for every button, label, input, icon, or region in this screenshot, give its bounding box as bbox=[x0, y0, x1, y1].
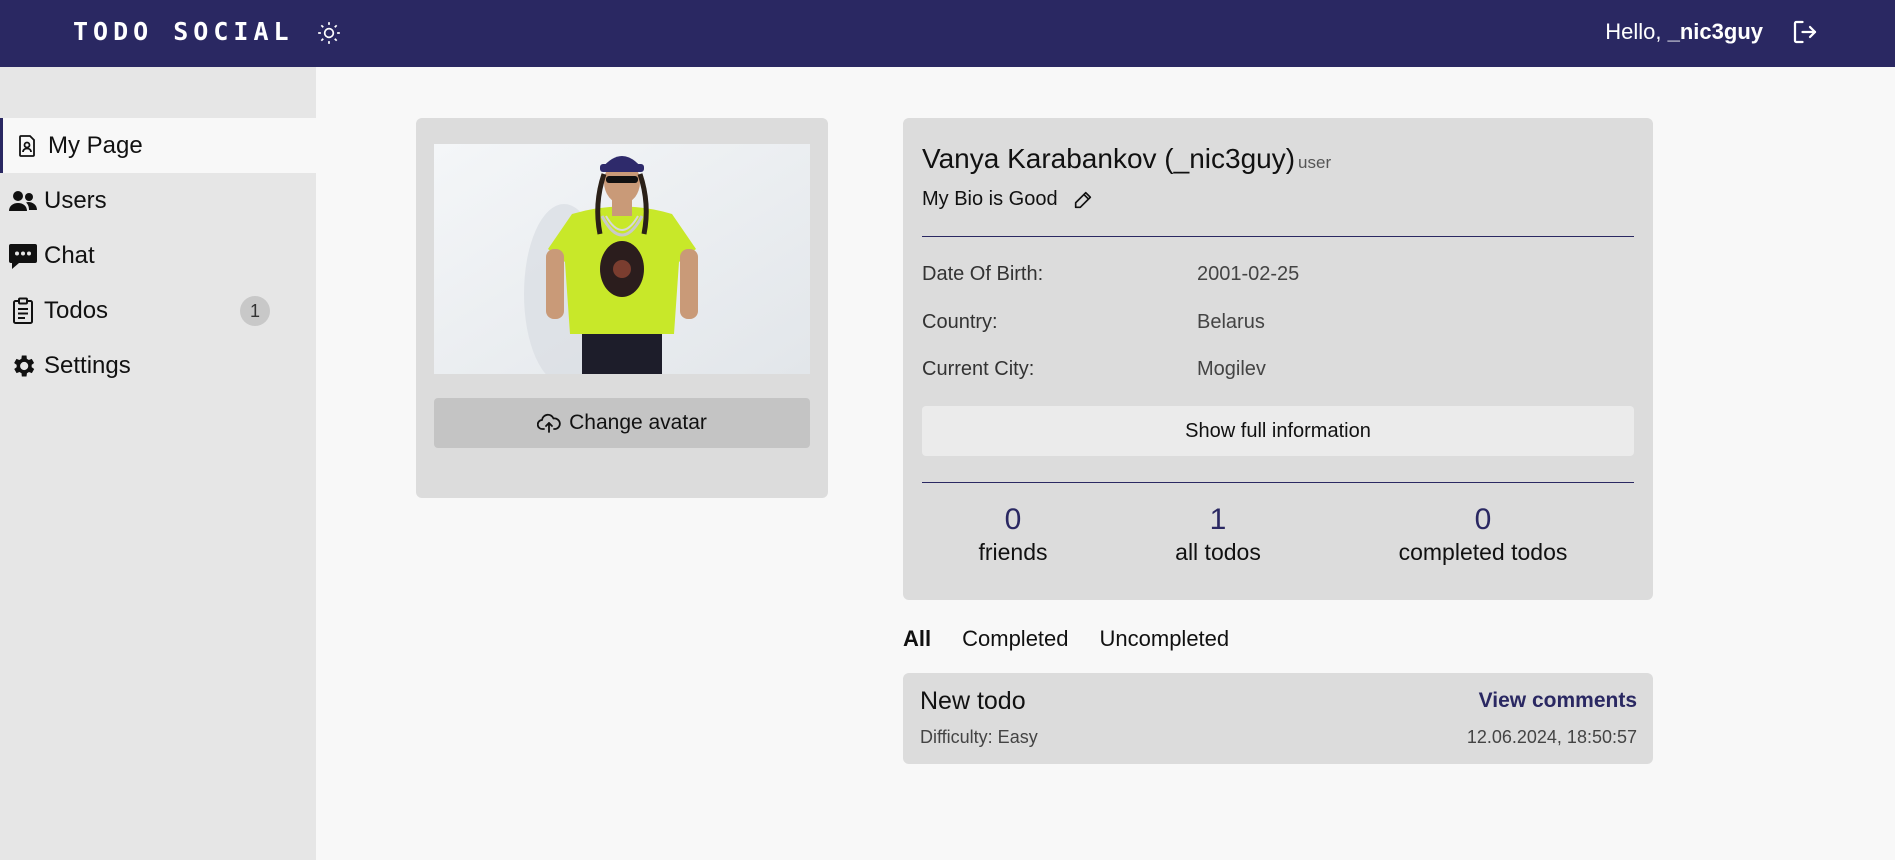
app-logo[interactable]: TODO SOCIAL bbox=[73, 17, 294, 46]
stat-label: friends bbox=[978, 539, 1048, 565]
header-username: _nic3guy bbox=[1667, 19, 1763, 44]
avatar-image bbox=[434, 144, 810, 374]
info-label-city: Current City: bbox=[922, 358, 1035, 380]
profile-icon bbox=[12, 131, 42, 161]
greeting-prefix: Hello, bbox=[1605, 19, 1662, 44]
tab-uncompleted[interactable]: Uncompleted bbox=[1100, 626, 1230, 652]
change-avatar-button[interactable]: Change avatar bbox=[434, 398, 810, 448]
profile-name: Vanya Karabankov (_nic3guy) user bbox=[922, 143, 1331, 175]
info-value-city: Mogilev bbox=[1197, 358, 1266, 380]
sidebar-item-todos[interactable]: Todos 1 bbox=[0, 283, 316, 338]
logout-icon[interactable] bbox=[1790, 17, 1820, 47]
chat-icon bbox=[8, 241, 38, 271]
sidebar-item-my-page[interactable]: My Page bbox=[0, 118, 316, 173]
profile-bio: My Bio is Good bbox=[922, 188, 1094, 211]
pencil-icon[interactable] bbox=[1072, 189, 1094, 211]
info-value-country: Belarus bbox=[1197, 311, 1265, 333]
greeting: Hello, _nic3guy bbox=[1605, 19, 1763, 45]
users-icon bbox=[8, 186, 38, 216]
stat-completed-todos[interactable]: 0 completed todos bbox=[1383, 503, 1583, 567]
info-value-dob: 2001-02-25 bbox=[1197, 263, 1300, 285]
top-header: TODO SOCIAL Hello, _nic3guy bbox=[0, 0, 1895, 67]
stat-all-todos[interactable]: 1 all todos bbox=[1158, 503, 1278, 567]
tab-all[interactable]: All bbox=[903, 626, 931, 652]
todo-difficulty: Difficulty: Easy bbox=[920, 727, 1038, 747]
tab-completed[interactable]: Completed bbox=[962, 626, 1068, 652]
stat-friends[interactable]: 0 friends bbox=[963, 503, 1063, 567]
sidebar-item-label: Users bbox=[44, 186, 107, 214]
sidebar-item-label: Settings bbox=[44, 351, 131, 379]
stat-value: 0 bbox=[1004, 503, 1022, 536]
stat-value: 1 bbox=[1209, 503, 1227, 536]
stat-label: all todos bbox=[1175, 539, 1261, 565]
divider bbox=[922, 236, 1634, 237]
todo-filter-tabs: All Completed Uncompleted bbox=[903, 626, 1260, 652]
sidebar-item-chat[interactable]: Chat bbox=[0, 228, 316, 283]
sun-icon[interactable] bbox=[316, 20, 342, 46]
stat-label: completed todos bbox=[1398, 539, 1568, 565]
info-label-country: Country: bbox=[922, 311, 998, 333]
profile-card: Vanya Karabankov (_nic3guy) user My Bio i… bbox=[903, 118, 1653, 600]
show-full-info-button[interactable]: Show full information bbox=[922, 406, 1634, 456]
sidebar-item-settings[interactable]: Settings bbox=[0, 338, 316, 393]
role-badge: user bbox=[1298, 153, 1332, 172]
avatar-card: Change avatar bbox=[416, 118, 828, 498]
stat-value: 0 bbox=[1474, 503, 1492, 536]
gear-icon bbox=[8, 351, 38, 381]
clipboard-icon bbox=[8, 296, 38, 326]
divider bbox=[922, 482, 1634, 483]
sidebar-item-users[interactable]: Users bbox=[0, 173, 316, 228]
info-label-dob: Date Of Birth: bbox=[922, 263, 1044, 285]
sidebar-item-label: Chat bbox=[44, 241, 95, 269]
todo-item: New todo Difficulty: Easy View comments … bbox=[903, 673, 1653, 764]
bio-text: My Bio is Good bbox=[922, 188, 1058, 210]
sidebar-item-label: My Page bbox=[48, 131, 143, 159]
todos-count-badge: 1 bbox=[240, 296, 270, 326]
profile-full-name: Vanya Karabankov (_nic3guy) bbox=[922, 143, 1296, 174]
todo-title: New todo bbox=[920, 687, 1026, 715]
change-avatar-label: Change avatar bbox=[569, 411, 707, 434]
todo-date: 12.06.2024, 18:50:57 bbox=[1466, 727, 1637, 747]
view-comments-link[interactable]: View comments bbox=[1479, 689, 1637, 713]
sidebar-item-label: Todos bbox=[44, 296, 109, 324]
cloud-upload-icon bbox=[537, 413, 561, 433]
sidebar: My Page Users Chat Todos 1 Settings bbox=[0, 67, 316, 860]
